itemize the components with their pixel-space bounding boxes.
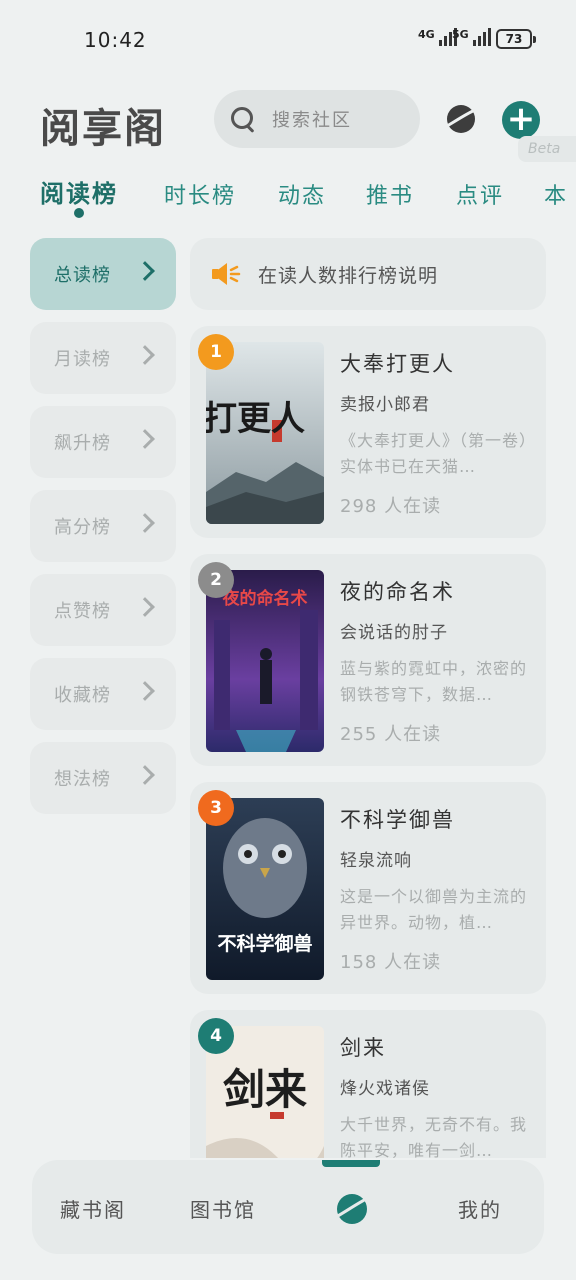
book-author: 卖报小郎君	[340, 395, 430, 415]
side-item-favorites[interactable]: 收藏榜	[30, 658, 176, 730]
rank-badge: 1	[198, 334, 234, 370]
cover-title: 夜的命名术	[222, 588, 308, 609]
notice-text: 在读人数排行榜说明	[258, 264, 439, 287]
side-item-likes[interactable]: 点赞榜	[30, 574, 176, 646]
network-4g-label: 4G	[418, 28, 435, 41]
side-item-label: 点赞榜	[54, 601, 111, 622]
signal-5g-icon: 5G	[452, 28, 491, 46]
beta-badge: Beta	[518, 136, 576, 162]
planet-icon[interactable]	[444, 102, 478, 136]
book-author: 会说话的肘子	[340, 623, 448, 643]
book-author: 烽火戏诸侯	[340, 1079, 430, 1099]
side-item-monthly[interactable]: 月读榜	[30, 322, 176, 394]
chevron-right-icon	[135, 513, 155, 533]
chevron-right-icon	[135, 345, 155, 365]
chevron-right-icon	[135, 681, 155, 701]
speaker-icon	[212, 263, 241, 285]
book-cover: 打更人	[206, 342, 324, 524]
tab-duration-rank[interactable]: 时长榜	[164, 178, 236, 210]
signal-4g-icon: 4G	[418, 28, 457, 46]
search-placeholder: 搜索社区	[272, 110, 352, 131]
side-item-thoughts[interactable]: 想法榜	[30, 742, 176, 814]
book-author: 轻泉流响	[340, 851, 412, 871]
app-title: 阅享阁	[40, 106, 166, 152]
book-title: 不科学御兽	[340, 808, 455, 832]
book-readers: 298 人在读	[340, 496, 442, 517]
chevron-right-icon	[135, 261, 155, 281]
book-title: 夜的命名术	[340, 580, 455, 604]
search-input[interactable]: 搜索社区	[214, 90, 420, 148]
book-description: 《大奉打更人》（第一卷）实体书已在天猫…	[340, 431, 529, 476]
chevron-right-icon	[135, 597, 155, 617]
side-item-label: 月读榜	[54, 349, 111, 370]
ranking-notice[interactable]: 在读人数排行榜说明	[190, 238, 546, 310]
status-bar: 10:42 4G 5G 73	[0, 0, 576, 80]
battery-icon: 73	[496, 29, 536, 49]
book-description: 这是一个以御兽为主流的异世界。动物，植…	[340, 887, 528, 932]
add-button[interactable]: +	[502, 101, 540, 139]
side-item-total[interactable]: 总读榜	[30, 238, 176, 310]
side-item-label: 飙升榜	[54, 433, 111, 454]
book-description: 蓝与紫的霓虹中，浓密的钢铁苍穹下，数据…	[340, 659, 528, 704]
side-item-label: 想法榜	[54, 769, 111, 790]
planet-icon[interactable]	[333, 1190, 371, 1228]
book-cover: 不科学御兽	[206, 798, 324, 980]
chevron-right-icon	[135, 429, 155, 449]
tab-reading-rank[interactable]: 阅读榜	[40, 174, 118, 209]
book-title: 剑来	[340, 1036, 386, 1060]
side-item-label: 总读榜	[54, 265, 111, 286]
network-5g-label: 5G	[452, 28, 469, 41]
nav-profile[interactable]: 我的	[458, 1194, 502, 1223]
rank-badge: 2	[198, 562, 234, 598]
rank-badge: 4	[198, 1018, 234, 1054]
chevron-right-icon	[135, 765, 155, 785]
book-description: 大千世界，无奇不有。我陈平安，唯有一剑…	[340, 1115, 528, 1158]
book-title: 大奉打更人	[340, 352, 455, 376]
tab-more[interactable]: 本	[544, 178, 568, 210]
rank-badge: 3	[198, 790, 234, 826]
tab-activity[interactable]: 动态	[278, 178, 326, 210]
book-cover: 夜的命名术	[206, 570, 324, 752]
nav-bookshelf[interactable]: 藏书阁	[60, 1194, 126, 1223]
cover-title: 剑来	[223, 1065, 307, 1114]
side-item-high-score[interactable]: 高分榜	[30, 490, 176, 562]
tab-recommend[interactable]: 推书	[366, 178, 414, 210]
book-list[interactable]: 1 打更人 大奉打更人 卖报小郎君 《大奉打更人》（第一卷）实体书已在天猫… 2…	[190, 326, 546, 1158]
book-readers: 255 人在读	[340, 724, 442, 745]
side-item-rising[interactable]: 飙升榜	[30, 406, 176, 478]
active-tab-indicator	[74, 208, 84, 218]
cover-title: 打更人	[206, 399, 305, 439]
status-time: 10:42	[84, 28, 147, 52]
tab-review[interactable]: 点评	[456, 178, 504, 210]
tab-bar: 阅读榜 时长榜 动态 推书 点评 本	[40, 174, 576, 224]
cover-title: 不科学御兽	[217, 932, 312, 955]
side-item-label: 收藏榜	[54, 685, 111, 706]
book-card[interactable]: 3 不科学御兽 不科学御兽 轻泉流响 这是一个以御兽为主流的异世界。动物，植… …	[190, 782, 546, 994]
search-icon	[230, 106, 256, 132]
book-readers: 158 人在读	[340, 952, 442, 973]
nav-active-indicator	[322, 1160, 380, 1167]
side-item-label: 高分榜	[54, 517, 111, 538]
book-card[interactable]: 4 剑来 剑来 烽火戏诸侯 大千世界，无奇不有。我陈平安，唯有一剑…	[190, 1010, 546, 1158]
bottom-nav: 藏书阁 图书馆 我的	[32, 1160, 544, 1254]
nav-library[interactable]: 图书馆	[190, 1194, 256, 1223]
book-card[interactable]: 1 打更人 大奉打更人 卖报小郎君 《大奉打更人》（第一卷）实体书已在天猫… 2…	[190, 326, 546, 538]
book-card[interactable]: 2 夜的命名术 夜的命名术 会说话的肘子 蓝与紫的霓虹中，浓密的钢铁苍穹下，数据…	[190, 554, 546, 766]
